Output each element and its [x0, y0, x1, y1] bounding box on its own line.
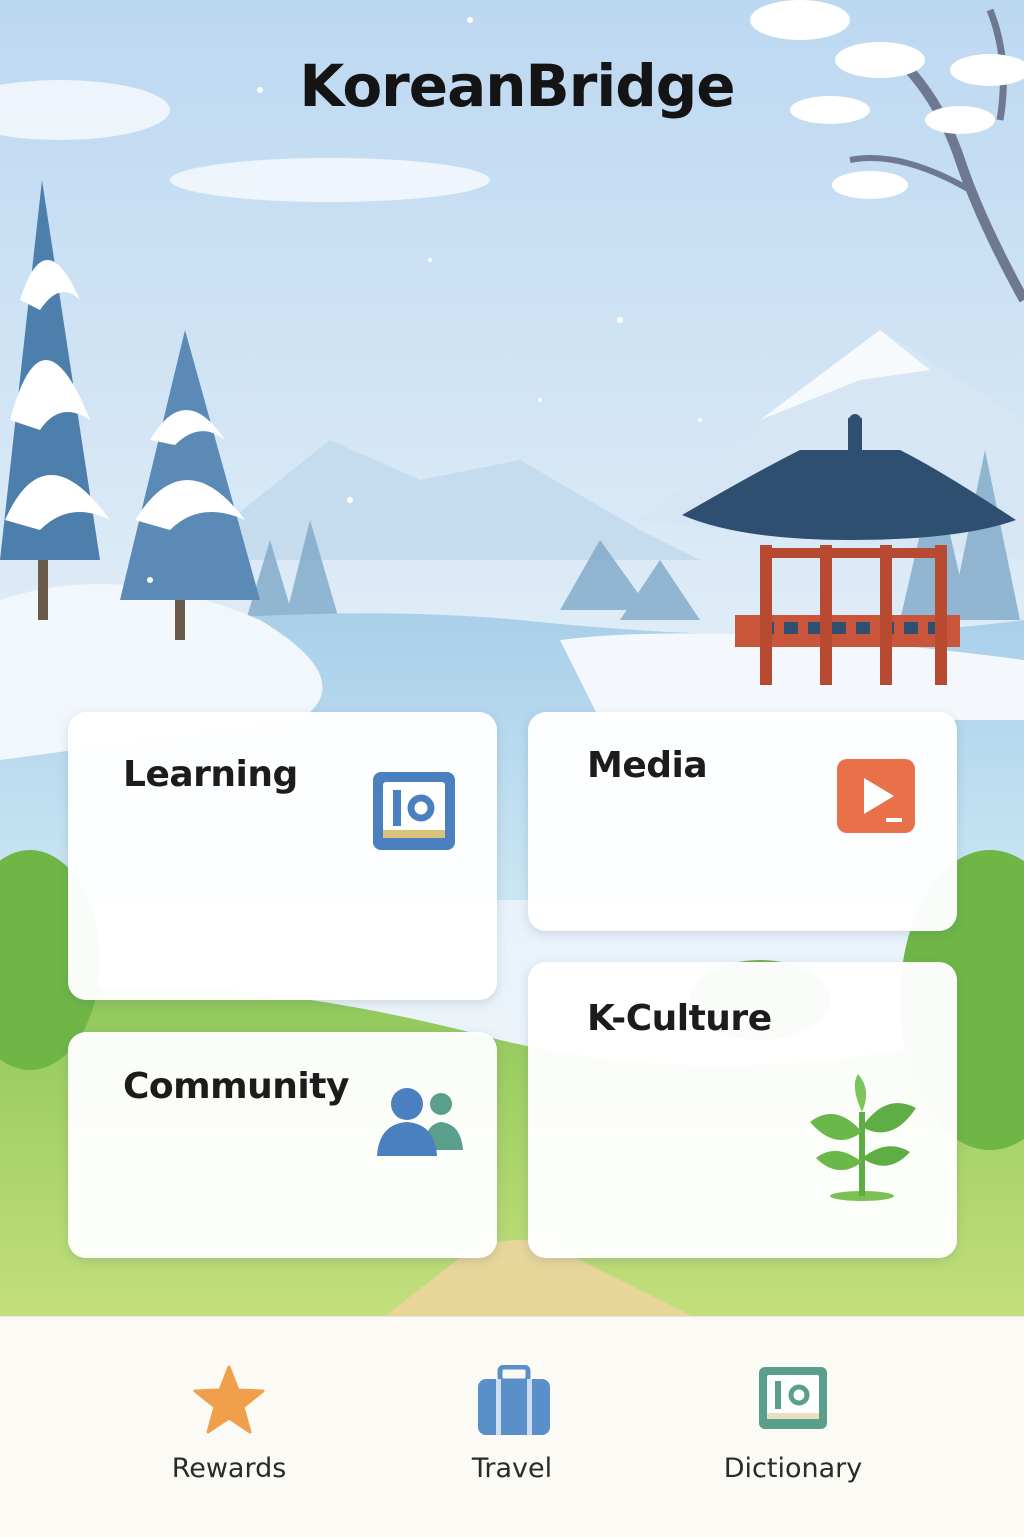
community-card[interactable]: Community	[68, 1032, 497, 1258]
media-card-label: Media	[587, 745, 708, 786]
learning-card[interactable]: Learning	[68, 712, 497, 1000]
star-icon	[193, 1365, 265, 1434]
nav-dictionary[interactable]: Dictionary	[663, 1317, 923, 1537]
play-icon	[837, 759, 915, 833]
nav-rewards-label: Rewards	[171, 1453, 287, 1484]
kculture-card[interactable]: K-Culture	[528, 962, 957, 1258]
bottom-nav: Rewards Travel Dictionary	[0, 1316, 1024, 1537]
media-card[interactable]: Media	[528, 712, 957, 931]
app-title: KoreanBridge	[299, 52, 735, 120]
nav-rewards[interactable]: Rewards	[99, 1317, 359, 1537]
learning-card-label: Learning	[123, 754, 298, 795]
people-icon	[377, 1088, 463, 1156]
sprout-icon	[810, 1074, 916, 1201]
nav-travel[interactable]: Travel	[382, 1317, 642, 1537]
nav-dictionary-label: Dictionary	[723, 1453, 863, 1484]
suitcase-icon	[478, 1365, 550, 1435]
nav-travel-label: Travel	[471, 1453, 553, 1484]
community-card-label: Community	[123, 1066, 349, 1107]
dictionary-icon	[759, 1367, 827, 1429]
book-icon	[373, 772, 455, 850]
kculture-card-label: K-Culture	[587, 998, 772, 1039]
